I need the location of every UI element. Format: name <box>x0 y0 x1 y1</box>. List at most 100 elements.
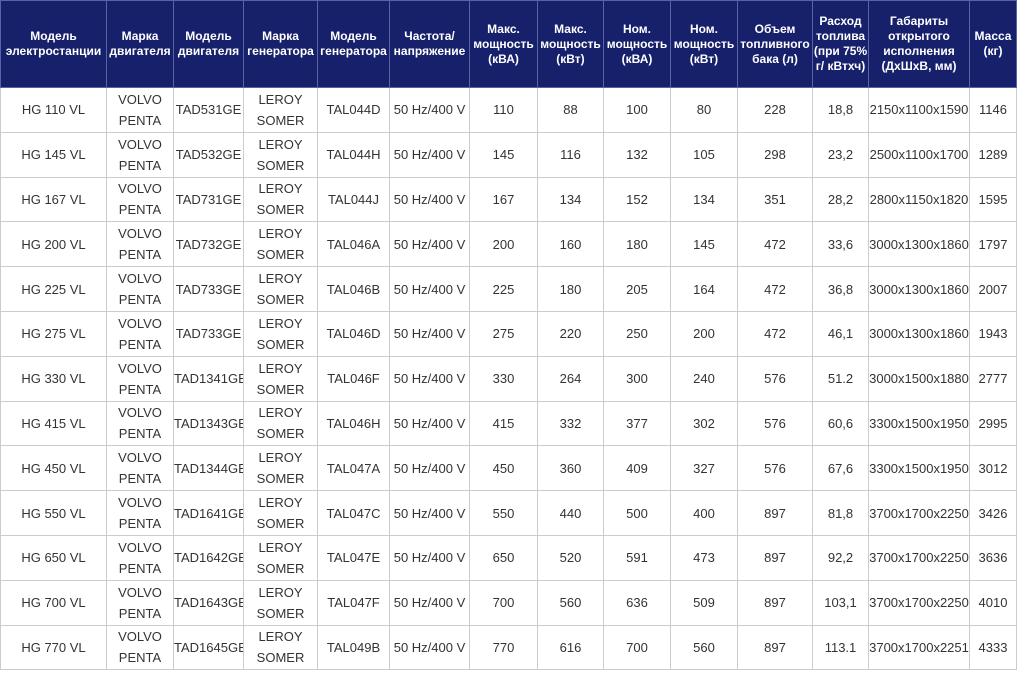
cell-alternator-brand-line: LEROY <box>258 91 303 107</box>
cell-fuel-tank-volume: 351 <box>737 176 813 223</box>
cell-generator-model: HG 415 VL <box>0 400 107 447</box>
cell-alternator-brand-line: LEROY <box>258 495 303 511</box>
table-row: HG 200 VL VOLVO PENTA TAD732GE LEROY SOMER TAL… <box>0 221 1017 268</box>
cell-engine-model: TAD531GE <box>173 87 244 133</box>
cell-open-dimensions: 2800x1150x1820 <box>868 176 970 223</box>
cell-alternator-brand-line: SOMER <box>256 292 305 308</box>
cell-max-power-kw: 616 <box>537 624 604 671</box>
cell-alternator-brand-line: LEROY <box>258 629 303 645</box>
cell-engine-brand: VOLVO PENTA <box>106 87 174 133</box>
cell-engine-brand: VOLVO PENTA <box>106 490 174 536</box>
cell-nominal-power-kw: 327 <box>670 445 738 492</box>
cell-nominal-power-kva: 500 <box>603 490 671 536</box>
cell-max-power-kw: 116 <box>537 131 604 178</box>
cell-frequency-voltage: 50 Hz/400 V <box>389 490 470 536</box>
cell-engine-model: TAD731GE <box>173 176 244 223</box>
cell-nominal-power-kva: 152 <box>603 176 671 223</box>
cell-fuel-tank-volume: 576 <box>737 400 813 447</box>
cell-max-power-kw: 220 <box>537 310 604 357</box>
cell-mass: 4333 <box>969 624 1017 671</box>
cell-alternator-brand-line: SOMER <box>256 605 305 621</box>
cell-open-dimensions: 2150x1100x1590 <box>868 87 970 133</box>
cell-nominal-power-kw: 80 <box>670 87 738 133</box>
cell-nominal-power-kw: 134 <box>670 176 738 223</box>
header-max-power-kw: Макс. мощность (кВт) <box>537 0 604 88</box>
cell-generator-model: HG 167 VL <box>0 176 107 223</box>
cell-max-power-kva: 700 <box>469 579 538 626</box>
cell-fuel-consumption: 81,8 <box>812 490 869 536</box>
cell-engine-brand: VOLVO PENTA <box>106 176 174 223</box>
cell-alternator-brand: LEROY SOMER <box>243 579 318 626</box>
cell-fuel-consumption: 36,8 <box>812 266 869 312</box>
cell-alternator-brand: LEROY SOMER <box>243 310 318 357</box>
cell-engine-brand-line: PENTA <box>118 336 162 352</box>
cell-nominal-power-kw: 145 <box>670 221 738 268</box>
table-row: HG 650 VL VOLVO PENTA TAD1642GE LEROY SOMER TA… <box>0 534 1017 581</box>
cell-alternator-brand-line: SOMER <box>256 560 305 576</box>
cell-fuel-consumption: 92,2 <box>812 534 869 581</box>
cell-engine-brand-line: VOLVO <box>118 136 162 152</box>
cell-engine-brand-line: VOLVO <box>118 495 162 511</box>
cell-nominal-power-kw: 105 <box>670 131 738 178</box>
cell-engine-brand-line: PENTA <box>118 381 162 397</box>
cell-fuel-consumption: 113.1 <box>812 624 869 671</box>
table-row: HG 110 VL VOLVO PENTA TAD531GE LEROY SOMER TAL… <box>0 87 1017 133</box>
table-row: HG 770 VL VOLVO PENTA TAD1645GE LEROY SOMER TA… <box>0 624 1017 671</box>
cell-max-power-kva: 200 <box>469 221 538 268</box>
cell-alternator-model: TAL047E <box>317 534 390 581</box>
cell-generator-model: HG 110 VL <box>0 87 107 133</box>
table-row: HG 275 VL VOLVO PENTA TAD733GE LEROY SOMER TAL… <box>0 310 1017 357</box>
header-frequency-voltage: Частота/ напряжение <box>389 0 470 88</box>
cell-max-power-kw: 134 <box>537 176 604 223</box>
cell-fuel-tank-volume: 298 <box>737 131 813 178</box>
cell-fuel-consumption: 46,1 <box>812 310 869 357</box>
cell-alternator-brand: LEROY SOMER <box>243 445 318 492</box>
cell-engine-model: TAD1643GE <box>173 579 244 626</box>
cell-engine-model: TAD532GE <box>173 131 244 178</box>
cell-engine-brand-line: VOLVO <box>118 405 162 421</box>
cell-fuel-tank-volume: 472 <box>737 221 813 268</box>
cell-max-power-kva: 330 <box>469 355 538 402</box>
cell-generator-model: HG 200 VL <box>0 221 107 268</box>
cell-alternator-brand: LEROY SOMER <box>243 400 318 447</box>
cell-max-power-kva: 450 <box>469 445 538 492</box>
cell-engine-brand-line: PENTA <box>118 516 162 532</box>
cell-mass: 4010 <box>969 579 1017 626</box>
cell-engine-model: TAD1645GE <box>173 624 244 671</box>
cell-fuel-tank-volume: 897 <box>737 490 813 536</box>
cell-nominal-power-kva: 132 <box>603 131 671 178</box>
cell-alternator-brand-line: SOMER <box>256 650 305 666</box>
cell-fuel-consumption: 28,2 <box>812 176 869 223</box>
cell-alternator-brand: LEROY SOMER <box>243 490 318 536</box>
cell-alternator-brand: LEROY SOMER <box>243 221 318 268</box>
header-mass: Масса (кг) <box>969 0 1017 88</box>
cell-engine-brand: VOLVO PENTA <box>106 266 174 312</box>
cell-engine-model: TAD1341GE <box>173 355 244 402</box>
cell-frequency-voltage: 50 Hz/400 V <box>389 400 470 447</box>
cell-alternator-brand-line: LEROY <box>258 315 303 331</box>
cell-engine-brand: VOLVO PENTA <box>106 131 174 178</box>
header-engine-brand: Марка двигателя <box>106 0 174 88</box>
table-row: HG 415 VL VOLVO PENTA TAD1343GE LEROY SOMER TA… <box>0 400 1017 447</box>
cell-alternator-brand-line: SOMER <box>256 336 305 352</box>
cell-fuel-tank-volume: 576 <box>737 355 813 402</box>
cell-engine-brand-line: PENTA <box>118 605 162 621</box>
cell-nominal-power-kva: 100 <box>603 87 671 133</box>
cell-max-power-kva: 415 <box>469 400 538 447</box>
cell-engine-model: TAD732GE <box>173 221 244 268</box>
cell-open-dimensions: 3000x1500x1880 <box>868 355 970 402</box>
cell-nominal-power-kw: 560 <box>670 624 738 671</box>
cell-open-dimensions: 3300x1500x1950 <box>868 445 970 492</box>
cell-generator-model: HG 225 VL <box>0 266 107 312</box>
cell-max-power-kw: 440 <box>537 490 604 536</box>
cell-engine-brand-line: VOLVO <box>118 584 162 600</box>
cell-engine-brand-line: PENTA <box>118 157 162 173</box>
cell-max-power-kva: 650 <box>469 534 538 581</box>
cell-open-dimensions: 2500x1100x1700 <box>868 131 970 178</box>
cell-alternator-brand: LEROY SOMER <box>243 87 318 133</box>
cell-alternator-model: TAL047A <box>317 445 390 492</box>
cell-max-power-kw: 180 <box>537 266 604 312</box>
cell-mass: 2777 <box>969 355 1017 402</box>
cell-engine-model: TAD1642GE <box>173 534 244 581</box>
cell-nominal-power-kw: 164 <box>670 266 738 312</box>
